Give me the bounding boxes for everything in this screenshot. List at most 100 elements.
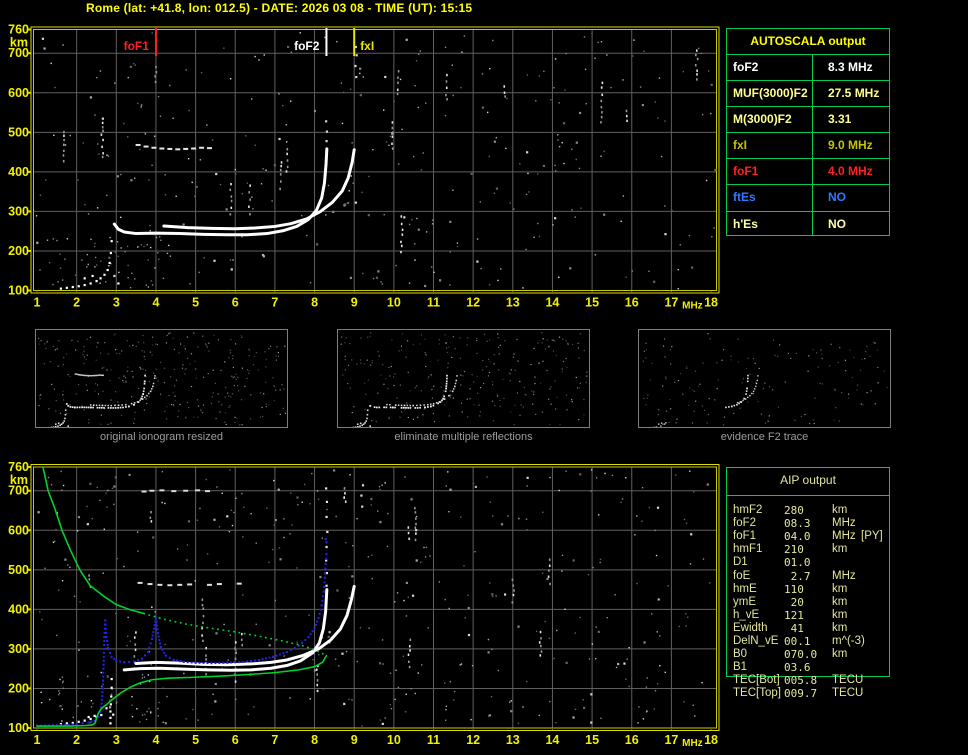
y-tick-label: 600 [8,86,29,100]
aip-param-value: 110 [784,582,804,596]
y-axis-unit-label: km [10,36,28,50]
aip-row-ewidth: Ewidth 41 km [727,622,891,635]
aip-param-unit: km [832,595,848,608]
thumbnail-original-ionogram-image [38,332,287,427]
ionogram-traces [59,45,358,290]
x-tick-label: 15 [585,733,599,747]
marker-label-foF1: foF1 [124,39,150,53]
autoscala-param-value: NO [828,216,846,231]
plot-gridlines [33,467,717,728]
marker-label-fxI: fxI [360,39,374,53]
x-tick-label: 3 [113,733,120,747]
aip-row-tecbot: TEC[Bot] 005.8 TECU [727,674,891,687]
axis-tick-labels: 1 2 3 4 5 6 7 8 9 10 11 12 13 14 15 16 17 18MHz7607006005… [8,460,718,749]
thumbnail-eliminate-reflections [337,329,590,428]
x-tick-label: 10 [387,733,401,747]
x-tick-label: 7 [271,296,278,310]
aip-param-value: 009.7 [784,687,818,701]
autoscala-row-hes: h'Es NO [727,212,889,237]
thumbnail-original-ionogram [35,329,288,428]
x-tick-label: 5 [192,296,199,310]
aip-param-value: 00.1 [784,635,811,648]
aip-param-note: [PY] [861,530,883,543]
y-tick-label: 500 [8,125,29,139]
autoscala-param-label: M(3000)F2 [733,112,792,127]
marker-foF1: foF1 [124,28,157,56]
aip-param-unit: MHz [832,569,856,582]
aip-row-delnve: DelN_vE 00.1 m^(-3) [727,635,891,648]
x-tick-label: 18 [704,296,718,310]
aip-param-label: h_vE [733,608,760,621]
x-tick-label: 16 [625,296,639,310]
aip-param-label: D1 [733,556,748,569]
plot-frame [27,464,720,731]
thumbnail-noise [642,333,888,426]
aip-param-unit: km [832,608,848,621]
autoscala-row-ftes: ftEs NO [727,185,889,212]
station-date-time-title: Rome (lat: +41.8, lon: 012.5) - DATE: 20… [86,1,473,15]
aip-row-yme: ymE 20 km [727,596,891,609]
x-tick-label: 2 [73,296,80,310]
scaled-ionogram-plot: 1 2 3 4 5 6 7 8 9 10 11 12 13 14 15 16 17 18MHz7607006005… [8,23,720,312]
aip-param-label: TEC[Top] [733,687,781,700]
autoscala-param-value: 8.3 MHz [828,60,873,74]
series-fxI-spread-echoes [360,484,365,508]
y-tick-label: 100 [8,284,29,298]
aip-param-label: DelN_vE [733,635,779,647]
x-tick-label: 1 [34,296,41,310]
series-profile-topside [42,466,145,615]
y-tick-label: 300 [8,204,29,218]
x-tick-label: 11 [427,733,440,747]
aip-row-tectop: TEC[Top] 009.7 TECU [727,687,891,700]
x-tick-label: 8 [311,296,318,310]
aip-param-unit: km [832,582,848,595]
autoscala-param-label: foF2 [733,60,759,74]
x-axis-unit-label: MHz [682,301,703,312]
x-tick-label: 4 [152,296,159,310]
x-tick-label: 14 [545,296,559,310]
aip-param-label: B0 [733,648,748,661]
aip-row-hve: h_vE 121 km [727,609,891,622]
aip-param-value: 280 [784,504,804,517]
thumbnail-caption-eliminate: eliminate multiple reflections [394,431,533,443]
series-restored-trace-extraordinary [134,584,356,667]
series-foF2-spread-echoes [325,487,329,587]
aip-param-unit: MHz [832,530,856,543]
plot-gridlines [33,29,717,291]
aip-row-b0: B0 070.0 km [727,648,891,661]
y-tick-label: 600 [8,523,29,537]
x-tick-label: 5 [192,733,199,747]
autoscala-row-fof2: foF2 8.3 MHz [727,55,889,82]
aip-param-label: foE [733,569,751,582]
autoscala-param-value: 4.0 MHz [828,164,873,179]
aip-row-hme: hmE 110 km [727,583,891,596]
aip-param-label: hmE [733,582,757,595]
x-tick-label: 9 [351,733,358,747]
y-tick-label: 760 [8,460,29,474]
x-tick-label: 10 [387,296,401,310]
marker-fxI: fxI [353,28,374,56]
marker-foF2: foF2 [294,28,328,56]
aip-row-d1: D1 01.0 [727,556,891,569]
aip-param-value: 20 [784,595,804,609]
thumbnail-caption-original: original ionogram resized [100,431,223,443]
aip-param-unit: km [832,621,848,634]
thumbnail-noise [38,332,287,426]
aip-param-label: foF2 [733,517,757,530]
x-tick-label: 14 [545,733,559,747]
aip-param-label: hmF1 [733,543,763,556]
autoscala-output-table: AUTOSCALA output foF2 8.3 MHz MUF(3000)F2 2… [726,28,890,236]
x-tick-label: 6 [232,733,239,747]
ionogram-analysis-screen: Rome (lat: +41.8, lon: 012.5) - DATE: 20… [0,0,968,755]
autoscala-table-header: AUTOSCALA output [727,29,889,55]
thumbnail-evidence-f2-image [642,333,888,427]
aip-output-table: AIP output hmF2 280 km foF2 08.3 MHz foF1 04.0 M… [726,467,891,700]
y-tick-label: 100 [8,721,29,735]
axis-tick-labels: 1 2 3 4 5 6 7 8 9 10 11 12 13 14 15 16 17 18MHz7607006005… [8,23,718,312]
series-E-trace [59,240,120,290]
aip-param-label: B1 [733,661,748,674]
x-tick-label: 13 [506,296,520,310]
y-tick-label: 200 [8,681,29,695]
x-tick-label: 17 [664,296,678,310]
aip-param-value: 070.0 [784,648,818,662]
